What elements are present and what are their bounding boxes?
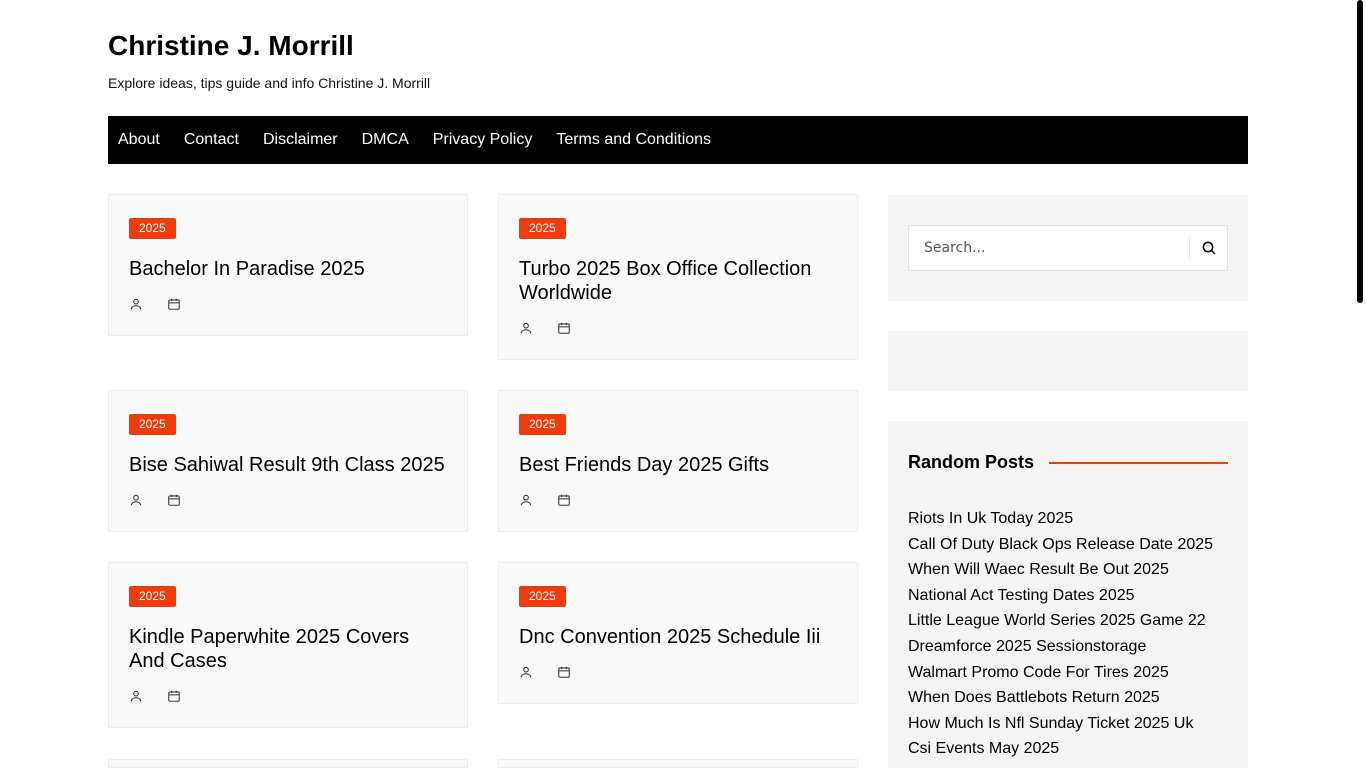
post-meta <box>129 293 447 315</box>
heading-underline <box>1049 462 1228 464</box>
post-card: 2025 Turbo 2025 Box Office Collection Wo… <box>498 194 858 360</box>
post-title[interactable]: Bachelor In Paradise 2025 <box>129 257 449 281</box>
list-item[interactable]: Dreamforce 2025 Sessionstorage <box>908 634 1213 660</box>
post-meta <box>129 489 447 511</box>
calendar-icon[interactable] <box>167 297 181 311</box>
category-badge[interactable]: 2025 <box>129 218 176 239</box>
widget-heading: Random Posts <box>908 452 1035 472</box>
page-scrollbar[interactable] <box>1357 0 1363 303</box>
empty-widget <box>888 331 1248 391</box>
search-widget <box>888 195 1248 301</box>
calendar-icon[interactable] <box>167 493 181 507</box>
user-icon[interactable] <box>129 689 143 703</box>
post-card: 2025 Bise Sahiwal Result 9th Class 2025 <box>108 390 468 532</box>
search-input[interactable] <box>909 226 1189 270</box>
list-item[interactable]: Walmart Promo Code For Tires 2025 <box>908 660 1213 686</box>
nav-item-dmca[interactable]: DMCA <box>362 116 409 164</box>
list-item[interactable]: National Act Testing Dates 2025 <box>908 583 1213 609</box>
calendar-icon[interactable] <box>557 321 571 335</box>
user-icon[interactable] <box>519 665 533 679</box>
user-icon[interactable] <box>129 493 143 507</box>
post-card: 2025 Dnc Convention 2025 Schedule Iii <box>498 562 858 704</box>
search-button[interactable] <box>1190 226 1227 270</box>
user-icon[interactable] <box>519 493 533 507</box>
user-icon[interactable] <box>129 297 143 311</box>
category-badge[interactable]: 2025 <box>519 586 566 607</box>
main-navigation: About Contact Disclaimer DMCA Privacy Po… <box>108 116 1248 164</box>
post-card: 2025 Best Friends Day 2025 Gifts <box>498 390 858 532</box>
post-card: 2025 Bachelor In Paradise 2025 <box>108 194 468 336</box>
post-title[interactable]: Dnc Convention 2025 Schedule Iii <box>519 625 839 649</box>
post-title[interactable]: Best Friends Day 2025 Gifts <box>519 453 839 477</box>
category-badge[interactable]: 2025 <box>129 414 176 435</box>
random-posts-widget: Random Posts Riots In Uk Today 2025 Call… <box>888 421 1248 768</box>
site-title[interactable]: Christine J. Morrill <box>108 30 808 62</box>
search-icon <box>1202 241 1216 255</box>
random-posts-list: Riots In Uk Today 2025 Call Of Duty Blac… <box>908 506 1213 762</box>
list-item[interactable]: When Does Battlebots Return 2025 <box>908 685 1213 711</box>
list-item[interactable]: When Will Waec Result Be Out 2025 <box>908 557 1213 583</box>
calendar-icon[interactable] <box>557 493 571 507</box>
post-card: 2025 Kindle Paperwhite 2025 Covers And C… <box>108 562 468 728</box>
post-title[interactable]: Turbo 2025 Box Office Collection Worldwi… <box>519 257 839 305</box>
list-item[interactable]: Little League World Series 2025 Game 22 <box>908 608 1213 634</box>
list-item[interactable]: How Much Is Nfl Sunday Ticket 2025 Uk <box>908 711 1213 737</box>
category-badge[interactable]: 2025 <box>519 218 566 239</box>
post-meta <box>129 685 447 707</box>
nav-item-privacy-policy[interactable]: Privacy Policy <box>433 116 533 164</box>
calendar-icon[interactable] <box>167 689 181 703</box>
post-card <box>498 759 858 768</box>
post-meta <box>519 489 837 511</box>
calendar-icon[interactable] <box>557 665 571 679</box>
post-card <box>108 759 468 768</box>
site-header: Christine J. Morrill Explore ideas, tips… <box>108 30 808 92</box>
user-icon[interactable] <box>519 321 533 335</box>
nav-item-about[interactable]: About <box>118 116 160 164</box>
list-item[interactable]: Riots In Uk Today 2025 <box>908 506 1213 532</box>
search-form <box>908 225 1228 271</box>
post-title[interactable]: Bise Sahiwal Result 9th Class 2025 <box>129 453 449 477</box>
nav-item-terms[interactable]: Terms and Conditions <box>556 116 711 164</box>
site-tagline: Explore ideas, tips guide and info Chris… <box>108 75 431 91</box>
post-meta <box>519 317 837 339</box>
post-meta <box>519 661 837 683</box>
list-item[interactable]: Csi Events May 2025 <box>908 736 1213 762</box>
post-title[interactable]: Kindle Paperwhite 2025 Covers And Cases <box>129 625 449 673</box>
category-badge[interactable]: 2025 <box>519 414 566 435</box>
nav-item-contact[interactable]: Contact <box>184 116 239 164</box>
category-badge[interactable]: 2025 <box>129 586 176 607</box>
nav-item-disclaimer[interactable]: Disclaimer <box>263 116 338 164</box>
list-item[interactable]: Call Of Duty Black Ops Release Date 2025 <box>908 532 1213 558</box>
